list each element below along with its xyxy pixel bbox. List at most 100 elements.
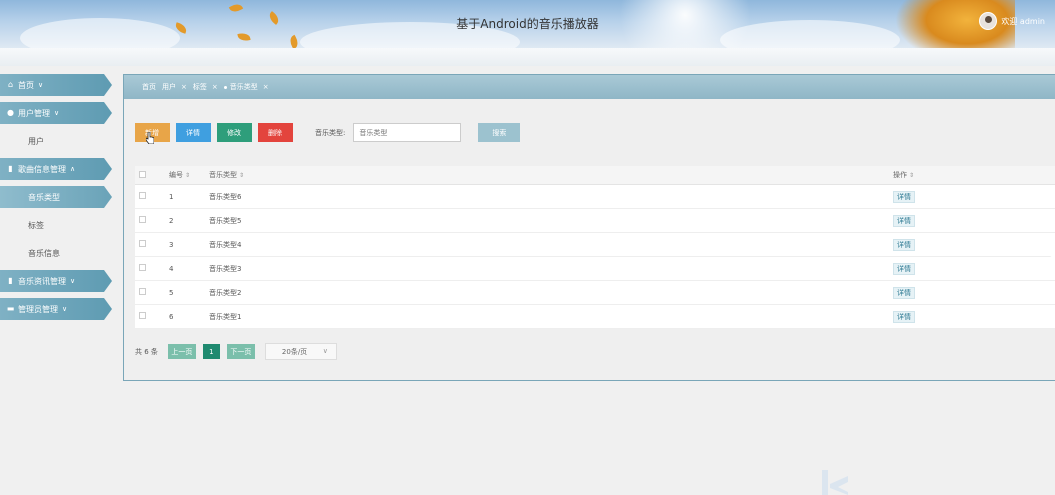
row-no: 5 <box>169 288 174 297</box>
sidebar-item-tags[interactable]: 标签 <box>0 214 112 236</box>
row-detail-button[interactable]: 详情 <box>893 310 915 323</box>
page-size-select[interactable]: 20条/页 ∨ <box>264 343 337 360</box>
close-icon[interactable]: × <box>212 83 218 91</box>
welcome-text: 欢迎 admin <box>1001 16 1045 26</box>
sidebar-item-music-info[interactable]: 音乐信息 <box>0 242 112 264</box>
row-checkbox[interactable] <box>139 240 146 247</box>
header-subbar <box>0 48 1055 66</box>
delete-button[interactable]: 删除 <box>258 123 293 142</box>
home-icon: ⌂ <box>7 80 14 89</box>
prev-page-button[interactable]: 上一页 <box>167 344 196 359</box>
row-detail-button[interactable]: 详情 <box>893 214 915 227</box>
sort-icon[interactable]: ⇕ <box>909 172 914 179</box>
main-panel: 首页 用户 × 标签 × 音乐类型 × 新增 详情 修改 删除 音乐类型: 搜索… <box>123 74 1055 381</box>
row-detail-button[interactable]: 详情 <box>893 262 915 275</box>
chevron-down-icon: ∨ <box>54 109 60 117</box>
sidebar-item-users[interactable]: 用户 <box>0 130 112 152</box>
chevron-down-icon: ∨ <box>70 277 76 285</box>
table-header: 编号 ⇕ 音乐类型 ⇕ 操作 ⇕ <box>135 166 1055 185</box>
sidebar-item-label: 音乐资讯管理 <box>18 276 66 286</box>
row-checkbox[interactable] <box>139 192 146 199</box>
table-row[interactable]: 6 音乐类型1 详情 <box>135 305 1055 329</box>
close-icon[interactable]: × <box>181 83 187 91</box>
row-type: 音乐类型3 <box>209 264 242 273</box>
close-icon[interactable]: × <box>263 83 269 91</box>
row-no: 4 <box>169 264 174 273</box>
sort-icon[interactable]: ⇕ <box>185 172 190 179</box>
user-icon: ● <box>7 108 14 117</box>
tab-home[interactable]: 首页 <box>142 82 156 92</box>
toolbar: 新增 详情 修改 删除 音乐类型: 搜索 <box>135 123 521 142</box>
keyboard-icon: ▬ <box>6 304 15 313</box>
book-icon: ▮ <box>8 164 13 173</box>
next-page-button[interactable]: 下一页 <box>226 344 255 359</box>
book-icon: ▮ <box>8 276 13 285</box>
row-type: 音乐类型2 <box>209 288 242 297</box>
current-page-button[interactable]: 1 <box>202 344 220 359</box>
sidebar-item-admin-management[interactable]: ▬ 管理员管理 ∨ <box>0 298 112 320</box>
table-row[interactable]: 3 音乐类型4 详情 <box>135 233 1055 257</box>
column-header-op[interactable]: 操作 ⇕ <box>893 170 1055 180</box>
sidebar-item-label: 歌曲信息管理 <box>18 164 66 174</box>
select-all-cell <box>135 170 169 180</box>
sidebar-item-label: 管理员管理 <box>18 304 58 314</box>
table-row[interactable]: 1 音乐类型6 详情 <box>135 185 1055 209</box>
row-checkbox[interactable] <box>139 216 146 223</box>
row-detail-button[interactable]: 详情 <box>893 190 915 203</box>
sidebar-item-user-management[interactable]: ● 用户管理 ∨ <box>0 102 112 124</box>
top-header: 基于Android的音乐播放器 欢迎 admin <box>0 0 1055 48</box>
table-row[interactable]: 4 音乐类型3 详情 <box>135 257 1055 281</box>
row-detail-button[interactable]: 详情 <box>893 286 915 299</box>
sidebar-item-label: 首页 <box>18 80 34 90</box>
sort-icon[interactable]: ⇕ <box>239 172 244 179</box>
sidebar-item-home[interactable]: ⌂ 首页 ∨ <box>0 74 112 96</box>
chevron-down-icon: ∨ <box>38 81 44 89</box>
select-all-checkbox[interactable] <box>139 170 146 178</box>
avatar[interactable] <box>979 12 998 30</box>
pagination: 共 6 条 上一页 1 下一页 20条/页 ∨ <box>135 343 337 360</box>
tab-users[interactable]: 用户 × <box>162 82 187 92</box>
row-detail-button[interactable]: 详情 <box>893 238 915 251</box>
row-checkbox[interactable] <box>139 312 146 319</box>
leaf-decoration <box>287 34 301 48</box>
leaf-decoration <box>228 1 244 15</box>
row-type: 音乐类型6 <box>209 192 242 201</box>
tab-bar: 首页 用户 × 标签 × 音乐类型 × <box>124 75 1055 99</box>
data-table: 编号 ⇕ 音乐类型 ⇕ 操作 ⇕ 1 音乐类型6 详情 2 音乐类型5 详情 3 音乐… <box>135 166 1055 329</box>
row-checkbox[interactable] <box>139 288 146 295</box>
chevron-down-icon: ∨ <box>322 347 328 355</box>
sidebar-item-song-management[interactable]: ▮ 歌曲信息管理 ∧ <box>0 158 112 180</box>
row-checkbox[interactable] <box>139 264 146 271</box>
search-button[interactable]: 搜索 <box>478 123 521 142</box>
user-area[interactable]: 欢迎 admin <box>979 12 1045 30</box>
row-type: 音乐类型5 <box>209 216 242 225</box>
table-row[interactable]: 2 音乐类型5 详情 <box>135 209 1055 233</box>
active-dot-icon <box>223 85 227 89</box>
music-type-search-input[interactable] <box>353 123 462 142</box>
table-row[interactable]: 5 音乐类型2 详情 <box>135 281 1055 305</box>
filter-label: 音乐类型: <box>315 128 346 137</box>
tab-label: 用户 <box>162 83 176 91</box>
row-no: 1 <box>169 192 174 201</box>
tab-label: 首页 <box>142 83 156 91</box>
sidebar-item-music-type[interactable]: 音乐类型 <box>0 186 112 208</box>
site-title: 基于Android的音乐播放器 <box>456 17 599 31</box>
leaf-decoration <box>237 32 251 42</box>
row-no: 3 <box>169 240 174 249</box>
row-no: 6 <box>169 312 174 321</box>
detail-button[interactable]: 详情 <box>176 123 211 142</box>
watermark-logo-icon <box>822 470 848 495</box>
chevron-down-icon: ∨ <box>62 305 68 313</box>
tab-tags[interactable]: 标签 × <box>193 82 218 92</box>
mouse-pointer-icon <box>146 132 154 144</box>
row-type: 音乐类型1 <box>209 312 242 321</box>
column-header-type[interactable]: 音乐类型 ⇕ <box>209 170 893 180</box>
edit-button[interactable]: 修改 <box>217 123 252 142</box>
tab-label: 音乐类型 <box>229 83 258 91</box>
tab-label: 标签 <box>192 83 207 91</box>
row-no: 2 <box>169 216 174 225</box>
column-header-no[interactable]: 编号 ⇕ <box>169 170 209 180</box>
total-count: 共 6 条 <box>135 347 158 356</box>
sidebar-item-music-news[interactable]: ▮ 音乐资讯管理 ∨ <box>0 270 112 292</box>
tab-music-type[interactable]: 音乐类型 × <box>223 82 269 92</box>
